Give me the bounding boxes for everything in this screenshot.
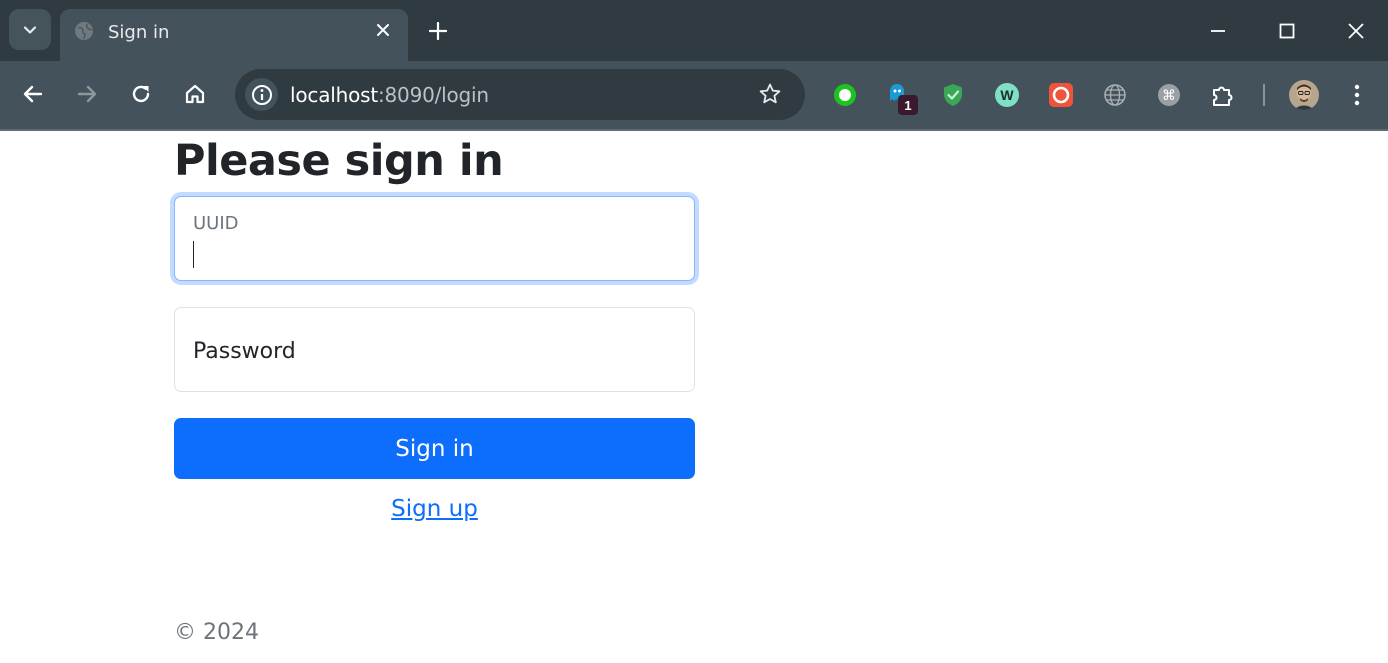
- close-icon: [1348, 23, 1364, 39]
- browser-toolbar: localhost:8090/login 1 W ⌘: [0, 61, 1388, 131]
- forward-button[interactable]: [71, 78, 103, 110]
- profile-button[interactable]: [1289, 80, 1319, 110]
- ghost-extension[interactable]: 1: [885, 81, 918, 115]
- home-icon: [185, 84, 205, 104]
- menu-button[interactable]: [1343, 81, 1371, 109]
- arrow-right-icon: [77, 85, 97, 103]
- globe-grid-icon: [1104, 84, 1126, 106]
- globe-icon: [75, 22, 93, 40]
- svg-text:W: W: [1000, 87, 1014, 103]
- password-label: Password: [193, 339, 296, 364]
- tab-search-button[interactable]: [9, 9, 51, 50]
- address-bar[interactable]: localhost:8090/login: [235, 69, 805, 120]
- site-info-button[interactable]: [245, 78, 278, 111]
- signup-link-container: Sign up: [174, 496, 695, 522]
- new-tab-button[interactable]: [424, 17, 452, 45]
- reload-button[interactable]: [125, 78, 157, 110]
- close-icon: [377, 24, 389, 36]
- puzzle-icon: [1213, 86, 1233, 106]
- w-extension-icon: W: [995, 83, 1019, 107]
- shield-extension[interactable]: [939, 81, 967, 109]
- command-extension[interactable]: ⌘: [1155, 81, 1183, 109]
- avatar: [1289, 80, 1319, 110]
- minimize-icon: [1211, 30, 1225, 32]
- url-path: :8090/login: [377, 83, 489, 107]
- footer-copyright: © 2024: [174, 620, 259, 645]
- bookmark-button[interactable]: [757, 81, 783, 107]
- password-field[interactable]: Password: [174, 307, 695, 392]
- minimize-button[interactable]: [1205, 18, 1231, 44]
- record-extension[interactable]: [1047, 81, 1075, 109]
- extensions-menu-button[interactable]: [1209, 81, 1237, 109]
- uuid-field[interactable]: UUID: [174, 196, 695, 281]
- home-button[interactable]: [179, 78, 211, 110]
- star-icon: [759, 83, 781, 104]
- extension-badge: 1: [898, 95, 918, 115]
- uuid-label: UUID: [193, 213, 239, 234]
- url-host: localhost: [290, 83, 378, 107]
- svg-text:⌘: ⌘: [1162, 88, 1176, 104]
- page-title: Please sign in: [174, 136, 504, 186]
- more-vertical-icon: [1354, 84, 1360, 106]
- info-icon: [251, 84, 272, 105]
- maximize-button[interactable]: [1274, 18, 1300, 44]
- sign-up-link[interactable]: Sign up: [391, 496, 478, 522]
- back-button[interactable]: [17, 78, 49, 110]
- page-content: Please sign in UUID Password Sign in Sig…: [0, 131, 1388, 663]
- reload-icon: [132, 85, 150, 103]
- arrow-left-icon: [23, 85, 43, 103]
- shield-check-icon: [944, 84, 962, 106]
- globe-grid-extension[interactable]: [1101, 81, 1129, 109]
- close-window-button[interactable]: [1343, 18, 1369, 44]
- sign-in-button[interactable]: Sign in: [174, 418, 695, 479]
- text-caret: [193, 241, 194, 268]
- plus-icon: [429, 22, 447, 40]
- toolbar-divider: [1263, 84, 1265, 106]
- green-circle-extension[interactable]: [831, 81, 859, 109]
- record-extension-icon: [1049, 83, 1073, 107]
- chevron-down-icon: [23, 25, 37, 34]
- close-tab-button[interactable]: [372, 19, 394, 41]
- maximize-icon: [1279, 23, 1295, 39]
- command-icon: ⌘: [1158, 84, 1180, 106]
- browser-tab-bar: Sign in: [0, 0, 1388, 61]
- tab-title: Sign in: [108, 22, 170, 43]
- green-circle-extension-icon: [834, 84, 856, 106]
- url-text[interactable]: localhost:8090/login: [290, 83, 489, 107]
- active-tab[interactable]: Sign in: [60, 9, 408, 61]
- w-extension[interactable]: W: [993, 81, 1021, 109]
